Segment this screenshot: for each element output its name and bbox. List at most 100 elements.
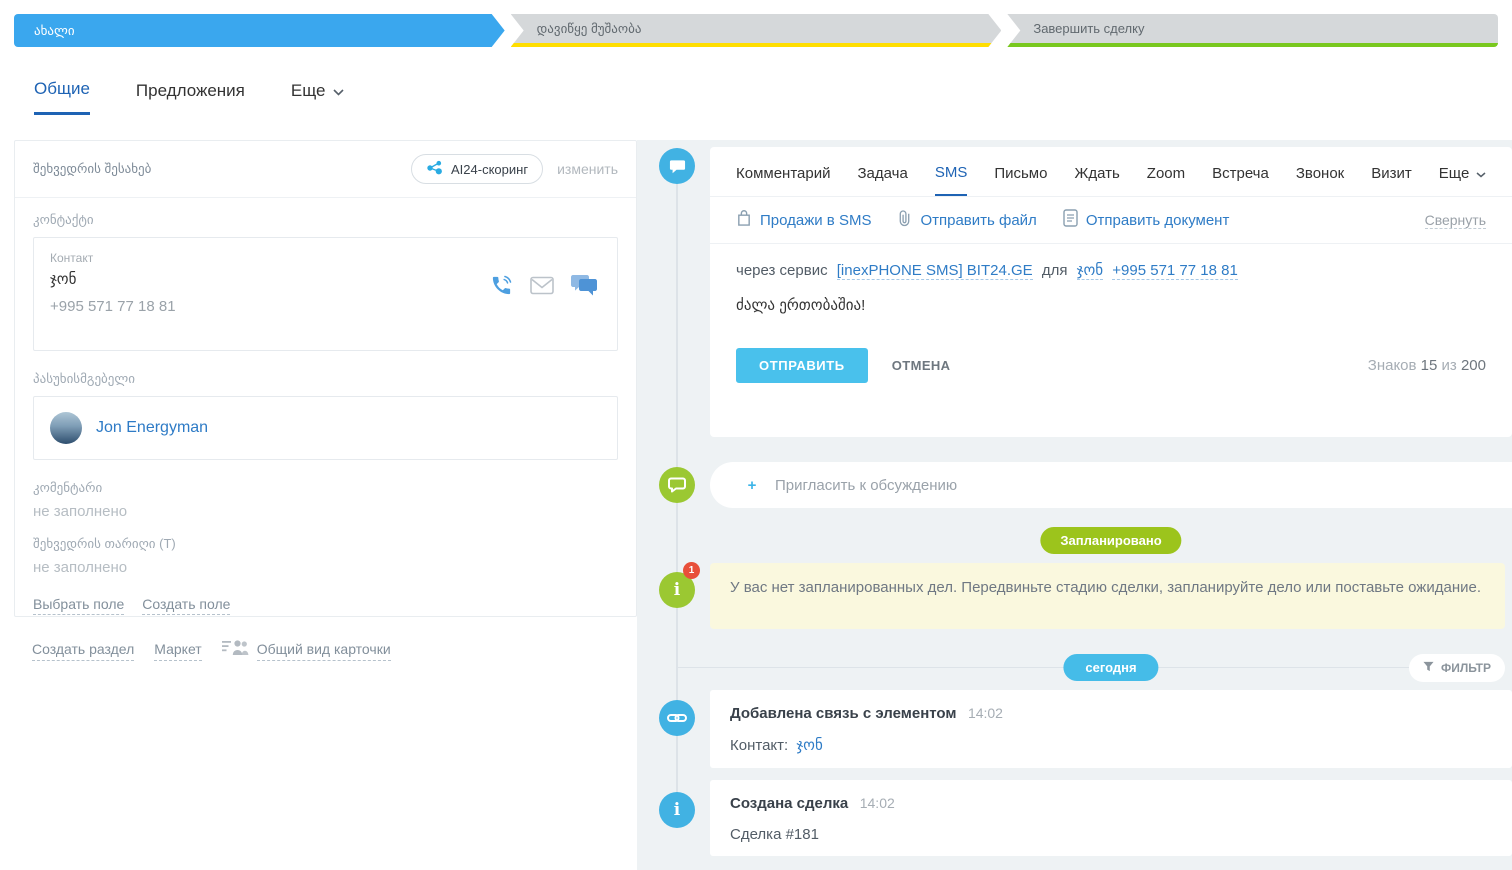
cancel-button[interactable]: ОТМЕНА xyxy=(892,358,951,373)
date-label: შეხვედრის თარიღი (Т) xyxy=(33,536,176,551)
info-icon: i xyxy=(659,792,695,828)
tab-meeting[interactable]: Встреча xyxy=(1212,164,1269,196)
speech-bubble-icon xyxy=(659,148,695,184)
planned-badge: Запланировано xyxy=(1040,527,1182,554)
responsible-field[interactable]: Jon Energyman xyxy=(33,396,618,460)
comment-label: კომენტარი xyxy=(33,480,103,495)
collapse-link[interactable]: Свернуть xyxy=(1424,212,1486,229)
sales-sms-link[interactable]: Продажи в SMS xyxy=(736,209,871,231)
entry-author-avatar xyxy=(1468,793,1494,819)
contact-group-label: კონტაქტი xyxy=(33,212,94,227)
filter-button[interactable]: ФИЛЬТР xyxy=(1408,654,1505,682)
tab-zoom[interactable]: Zoom xyxy=(1147,164,1185,196)
entry-title-row: Добавлена связь с элементом 14:02 xyxy=(730,705,1492,723)
funnel-icon xyxy=(1423,661,1434,675)
entry-time: 14:02 xyxy=(967,705,1003,721)
tab-more-timeline[interactable]: Еще xyxy=(1439,164,1487,196)
send-file-link[interactable]: Отправить файл xyxy=(897,209,1037,231)
market-link[interactable]: Маркет xyxy=(154,639,202,661)
stage-in-progress[interactable]: დავიწყე მუშაობა xyxy=(511,14,1002,47)
entry-title-row: Создана сделка 14:02 xyxy=(730,795,1492,813)
invite-discussion-bar[interactable]: + Пригласить к обсуждению xyxy=(710,462,1512,508)
section-title: შეხვედრის შესახებ xyxy=(33,161,152,176)
send-button[interactable]: ОТПРАВИТЬ xyxy=(736,348,868,383)
entry-body: Сделка #181 xyxy=(730,826,819,843)
tab-task[interactable]: Задача xyxy=(857,164,907,196)
phone-icon[interactable] xyxy=(490,274,513,297)
date-value[interactable]: не заполнено xyxy=(33,559,618,576)
tab-general[interactable]: Общие xyxy=(34,79,90,115)
invite-discussion-text: Пригласить к обсуждению xyxy=(775,476,958,494)
contact-field[interactable]: Контакт ჯონ +995 571 77 18 81 xyxy=(33,237,618,351)
stage-new[interactable]: ახალი xyxy=(14,14,505,47)
chat-outline-icon xyxy=(659,467,695,503)
sms-service-link[interactable]: [inexPHONE SMS] BIT24.GE xyxy=(836,262,1033,280)
responsible-label: პასუხისმგებელი xyxy=(33,371,135,386)
plus-icon[interactable]: + xyxy=(742,475,762,495)
card-settings-row: Создать раздел Маркет Общий вид карточки xyxy=(32,639,391,661)
stage-label: ახალი xyxy=(34,22,75,38)
entry-time: 14:02 xyxy=(859,795,895,811)
create-field-link[interactable]: Создать поле xyxy=(142,594,231,616)
sms-recipient-phone-link[interactable]: +995 571 77 18 81 xyxy=(1112,262,1238,280)
chevron-down-icon xyxy=(1476,165,1486,182)
chevron-down-icon xyxy=(333,81,345,101)
sms-actions-row: Продажи в SMS Отправить файл Отправить д… xyxy=(710,197,1512,244)
envelope-icon[interactable] xyxy=(530,276,554,295)
create-section-link[interactable]: Создать раздел xyxy=(32,639,135,661)
timeline-region: Комментарий Задача SMS Письмо Ждать Zoom… xyxy=(637,140,1512,870)
molecule-icon xyxy=(426,160,443,178)
comment-value[interactable]: не заполнено xyxy=(33,503,618,520)
timeline-entry-link-added[interactable]: Добавлена связь с элементом 14:02 Контак… xyxy=(710,690,1512,768)
chat-icon[interactable] xyxy=(571,275,597,296)
page-tabs: Общие Предложения Еще xyxy=(34,79,345,115)
tab-visit[interactable]: Визит xyxy=(1371,164,1412,196)
tab-sms[interactable]: SMS xyxy=(934,164,968,196)
tab-call[interactable]: Звонок xyxy=(1296,164,1344,196)
tab-wait[interactable]: Ждать xyxy=(1074,164,1119,196)
timeline-tabs: Комментарий Задача SMS Письмо Ждать Zoom… xyxy=(710,147,1512,197)
tab-email[interactable]: Письмо xyxy=(994,164,1047,196)
deal-details-card: შეხვედრის შესახებ AI24-скоринг изменить … xyxy=(14,140,1512,870)
stage-close-deal[interactable]: Завершить сделку xyxy=(1007,14,1499,47)
sms-buttons-row: ОТПРАВИТЬ ОТМЕНА Знаков 15 из 200 xyxy=(710,348,1512,383)
sms-service-line: через сервис [inexPHONE SMS] BIT24.GE дл… xyxy=(736,262,1238,280)
char-count-max: 200 xyxy=(1460,357,1486,374)
notification-badge: 1 xyxy=(683,562,700,579)
sms-composer-card: Комментарий Задача SMS Письмо Ждать Zoom… xyxy=(710,147,1512,437)
details-card-header: შეხვედრის შესახებ AI24-скоринг изменить xyxy=(15,141,636,198)
no-planned-tasks-notice: У вас нет запланированных дел. Передвинь… xyxy=(710,563,1505,629)
contact-quick-actions xyxy=(490,274,597,297)
details-card-body: კონტაქტი Контакт ჯონ +995 571 77 18 81 პ… xyxy=(15,198,1512,870)
paperclip-icon xyxy=(897,209,912,231)
card-view-link[interactable]: Общий вид карточки xyxy=(256,639,391,661)
entry-body: Контакт: ჯონ xyxy=(730,737,823,754)
send-document-link[interactable]: Отправить документ xyxy=(1063,209,1229,231)
today-badge[interactable]: сегодня xyxy=(1063,654,1159,681)
details-card-footer: Выбрать поле Создать поле Удалить раздел xyxy=(33,281,1512,870)
char-count-current: 15 xyxy=(1420,357,1438,374)
deal-stage-bar: ახალი დავიწყე მუშაობა Завершить сделку xyxy=(14,14,1499,47)
sms-recipient-name-link[interactable]: ჯონ xyxy=(1076,262,1104,280)
contact-phone: +995 571 77 18 81 xyxy=(50,298,176,315)
responsible-name[interactable]: Jon Energyman xyxy=(96,419,208,437)
entry-author-avatar xyxy=(1468,703,1494,729)
document-icon xyxy=(1063,209,1078,231)
bag-icon xyxy=(736,209,752,231)
entry-contact-link[interactable]: ჯონ xyxy=(796,737,822,754)
contact-field-label: Контакт xyxy=(50,251,94,265)
tab-offers[interactable]: Предложения xyxy=(136,79,245,115)
stage-label: Завершить сделку xyxy=(1033,21,1145,36)
entry-title: Создана сделка xyxy=(730,795,849,812)
invite-avatar-group: + xyxy=(719,469,765,501)
link-icon xyxy=(659,700,695,736)
deal-page: ახალი დავიწყე მუშაობა Завершить сделку О… xyxy=(0,0,1512,870)
ai24-scoring-button[interactable]: AI24-скоринг xyxy=(411,154,544,184)
select-field-link[interactable]: Выбрать поле xyxy=(33,594,125,616)
timeline-entry-deal-created[interactable]: Создана сделка 14:02 Сделка #181 xyxy=(710,780,1512,856)
sms-message-input[interactable]: ძალა ერთობაშია! xyxy=(710,279,1512,348)
tab-comment[interactable]: Комментарий xyxy=(736,164,830,196)
edit-link[interactable]: изменить xyxy=(557,161,618,177)
tab-more[interactable]: Еще xyxy=(291,79,345,115)
char-counter: Знаков 15 из 200 xyxy=(1367,357,1486,374)
